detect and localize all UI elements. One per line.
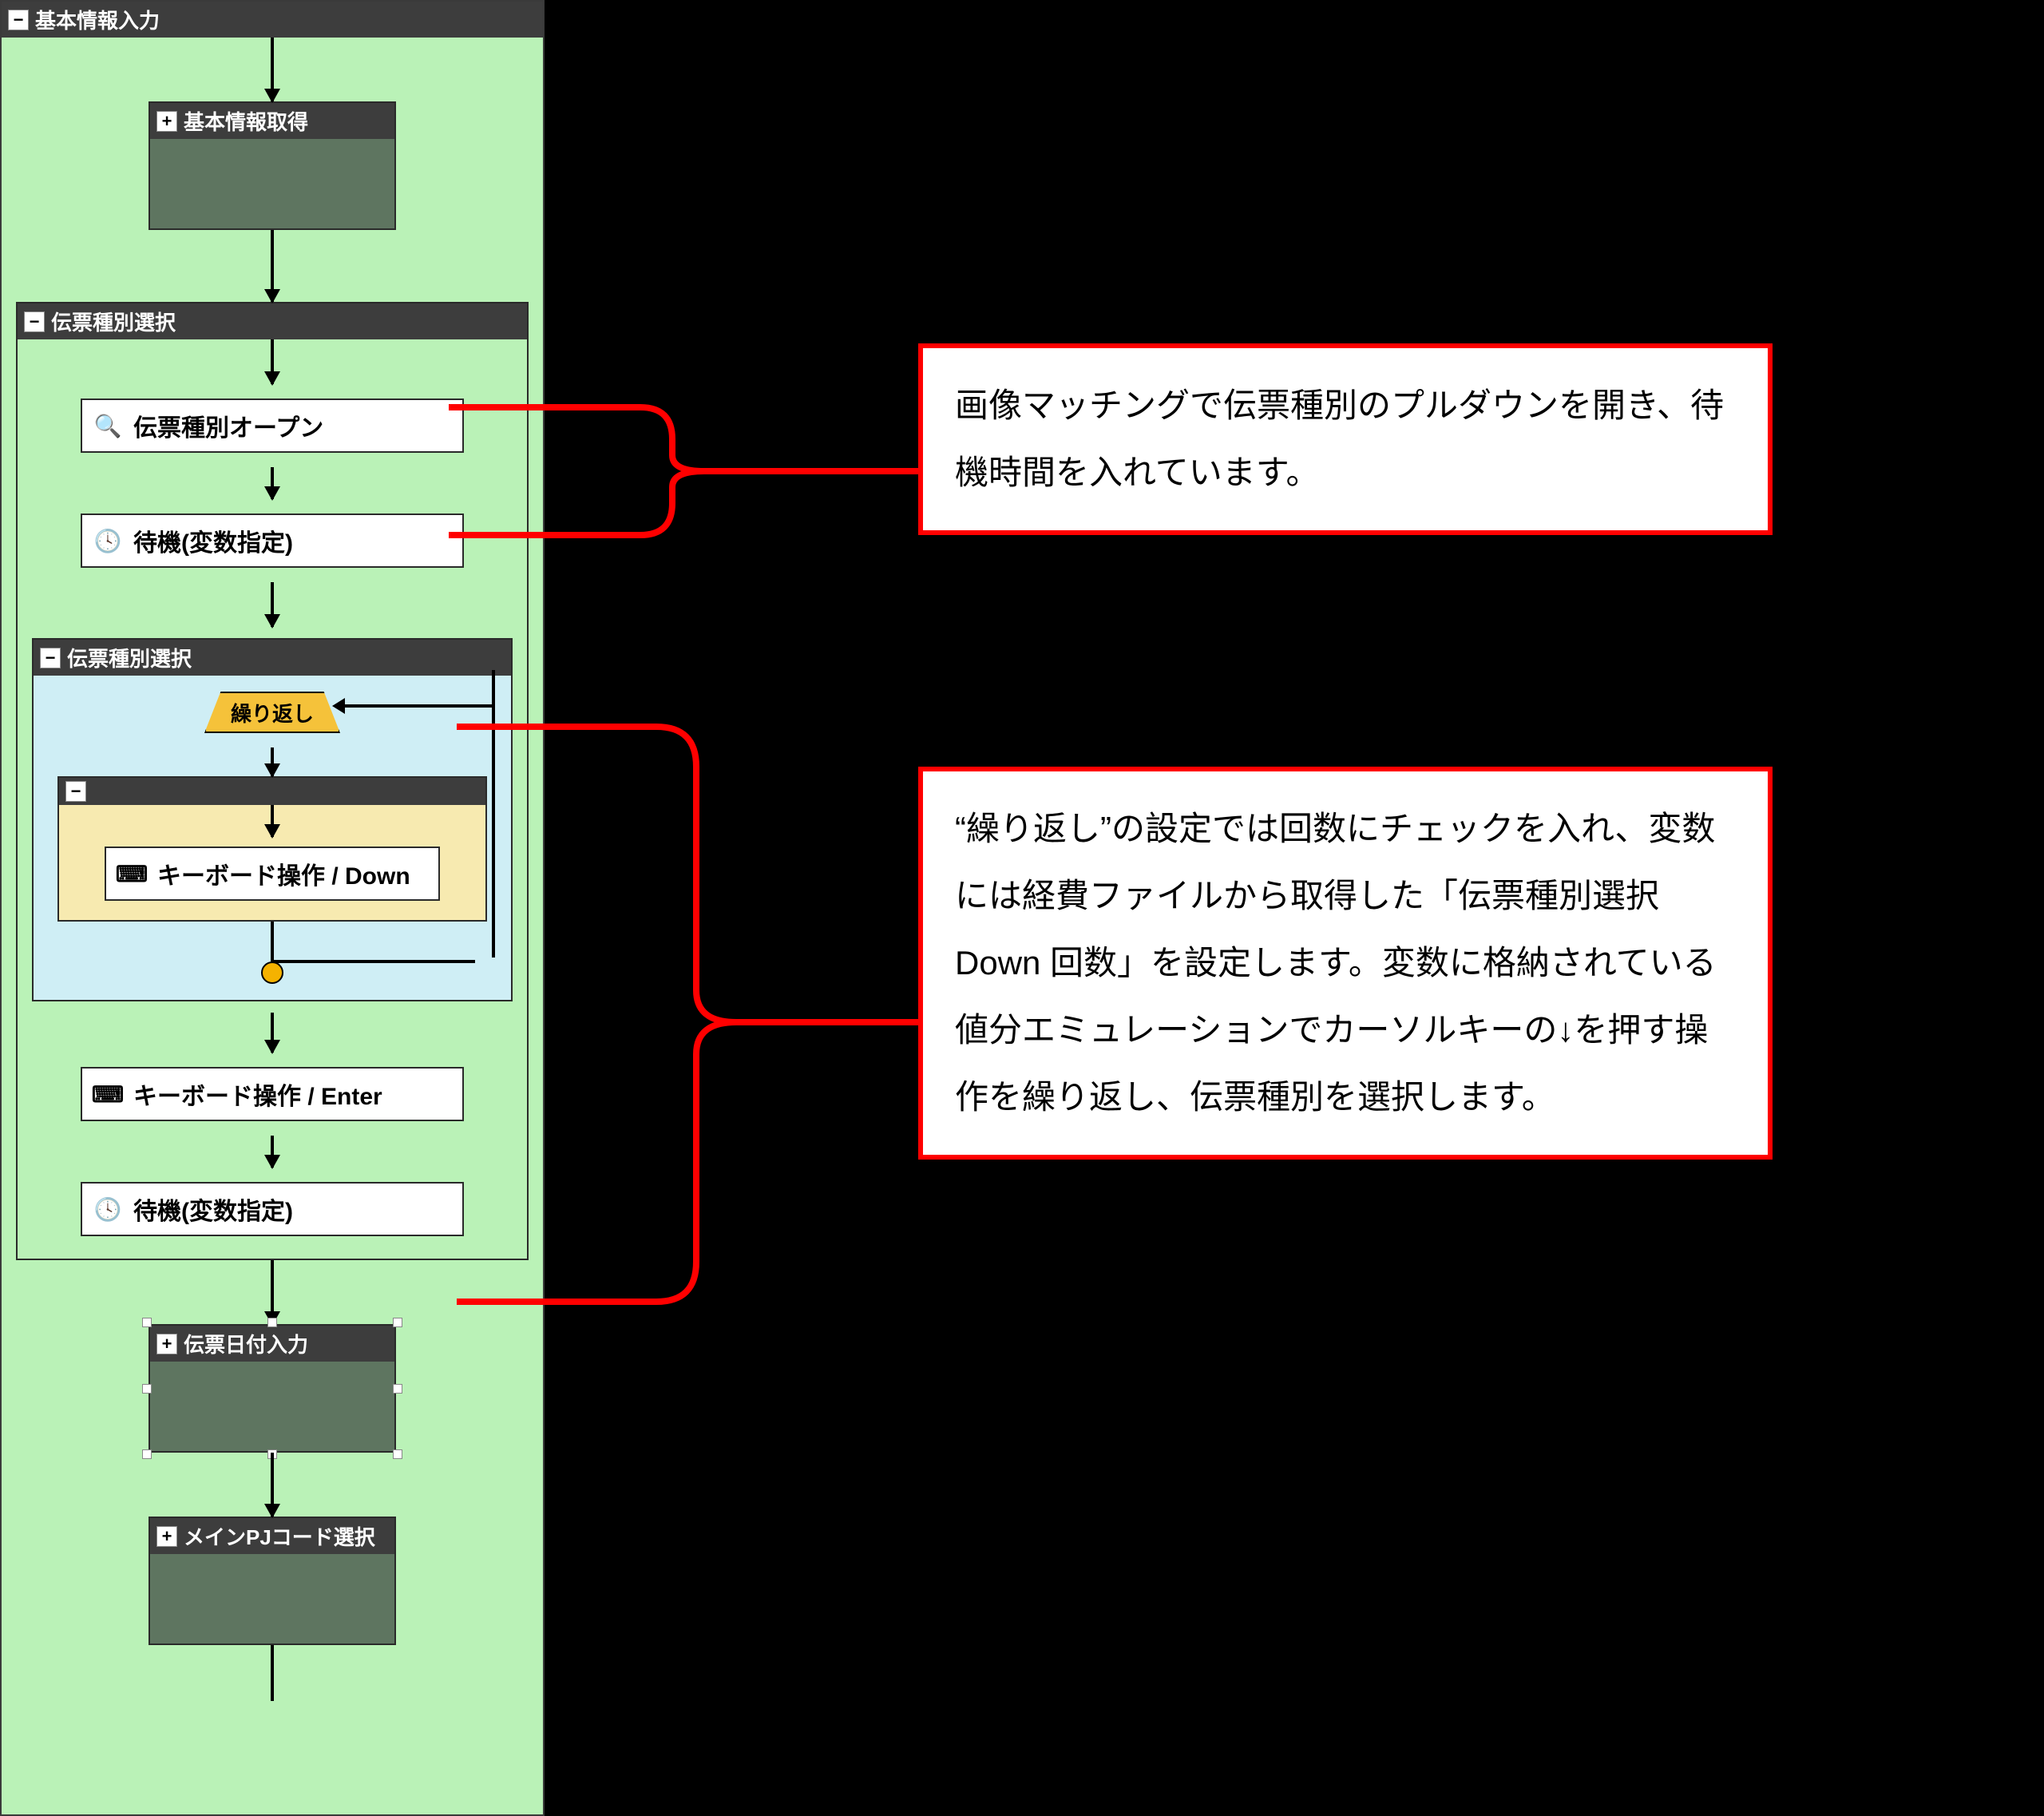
- expand-icon[interactable]: +: [156, 111, 177, 132]
- keyboard-icon: ⌨: [117, 859, 146, 888]
- node-main-pj-title: メインPJコード選択: [184, 1521, 375, 1551]
- step-key-down-label: キーボード操作 / Down: [157, 856, 410, 891]
- collapse-icon[interactable]: −: [8, 10, 29, 30]
- node-basic-info[interactable]: + 基本情報取得: [149, 101, 396, 230]
- callout-bracket-1: [449, 367, 928, 567]
- collapse-icon[interactable]: −: [65, 781, 86, 802]
- flow-arrow: [2, 230, 543, 302]
- step-wait-2[interactable]: 🕓 待機(変数指定): [81, 1182, 464, 1236]
- selection-handle[interactable]: [142, 1318, 152, 1327]
- loop-container: − 伝票種別選択 繰り返し − ⌨ キーボード操作 / Down: [32, 638, 513, 1001]
- loop-join-node: [261, 962, 283, 984]
- root-group-title: 基本情報入力: [35, 5, 160, 34]
- loop-inner-group: − ⌨ キーボード操作 / Down: [57, 776, 487, 922]
- step-open-slip[interactable]: 🔍 伝票種別オープン: [81, 398, 464, 453]
- group-slip-header: − 伝票種別選択: [18, 303, 527, 339]
- selection-handle[interactable]: [267, 1318, 277, 1327]
- node-date-input-title: 伝票日付入力: [184, 1329, 308, 1358]
- loop-back-arrow: [343, 704, 495, 708]
- flow-arrow: [2, 1453, 543, 1517]
- selection-handle[interactable]: [393, 1318, 402, 1327]
- loop-label: 繰り返し: [231, 698, 314, 728]
- node-basic-info-title: 基本情報取得: [184, 106, 308, 136]
- flow-arrow: [2, 38, 543, 101]
- collapse-icon[interactable]: −: [24, 311, 45, 332]
- collapse-icon[interactable]: −: [40, 648, 61, 668]
- flow-arrow: [59, 805, 485, 837]
- flow-arrow: [18, 582, 527, 627]
- node-date-input[interactable]: + 伝票日付入力: [149, 1324, 396, 1453]
- callout-2: “繰り返し”の設定では回数にチェックを入れ、変数には経費ファイルから取得した「伝…: [918, 767, 1773, 1160]
- search-icon: 🔍: [93, 411, 122, 440]
- loop-join-line: [272, 960, 475, 963]
- step-wait-1-label: 待機(変数指定): [133, 523, 293, 558]
- flow-arrow: [34, 747, 511, 776]
- flow-arrow: [2, 1645, 543, 1701]
- loop-group-title: 伝票種別選択: [67, 643, 192, 672]
- callout-1-text: 画像マッチングで伝票種別のプルダウンを開き、待機時間を入れています。: [955, 387, 1724, 491]
- callout-1: 画像マッチングで伝票種別のプルダウンを開き、待機時間を入れています。: [918, 343, 1773, 535]
- step-key-enter-label: キーボード操作 / Enter: [133, 1077, 382, 1112]
- step-key-enter[interactable]: ⌨ キーボード操作 / Enter: [81, 1067, 464, 1121]
- group-slip-title: 伝票種別選択: [51, 307, 176, 336]
- expand-icon[interactable]: +: [156, 1526, 177, 1547]
- clock-icon: 🕓: [93, 526, 122, 555]
- loop-diamond[interactable]: 繰り返し: [204, 692, 340, 733]
- loop-group-header: − 伝票種別選択: [34, 640, 511, 676]
- callout-2-text: “繰り返し”の設定では回数にチェックを入れ、変数には経費ファイルから取得した「伝…: [955, 810, 1717, 1116]
- step-wait-2-label: 待機(変数指定): [133, 1192, 293, 1227]
- expand-icon[interactable]: +: [156, 1334, 177, 1354]
- root-group-header: − 基本情報入力: [2, 2, 543, 38]
- step-open-slip-label: 伝票種別オープン: [133, 408, 323, 443]
- flow-arrow: [34, 922, 511, 962]
- selection-handle[interactable]: [142, 1384, 152, 1394]
- node-main-pj[interactable]: + メインPJコード選択: [149, 1517, 396, 1645]
- selection-handle[interactable]: [393, 1384, 402, 1394]
- node-date-input-wrapper: + 伝票日付入力: [149, 1324, 396, 1453]
- keyboard-icon: ⌨: [93, 1080, 122, 1108]
- clock-icon: 🕓: [93, 1195, 122, 1223]
- step-wait-1[interactable]: 🕓 待機(変数指定): [81, 513, 464, 568]
- step-key-down[interactable]: ⌨ キーボード操作 / Down: [105, 847, 440, 901]
- callout-bracket-2: [449, 719, 928, 1310]
